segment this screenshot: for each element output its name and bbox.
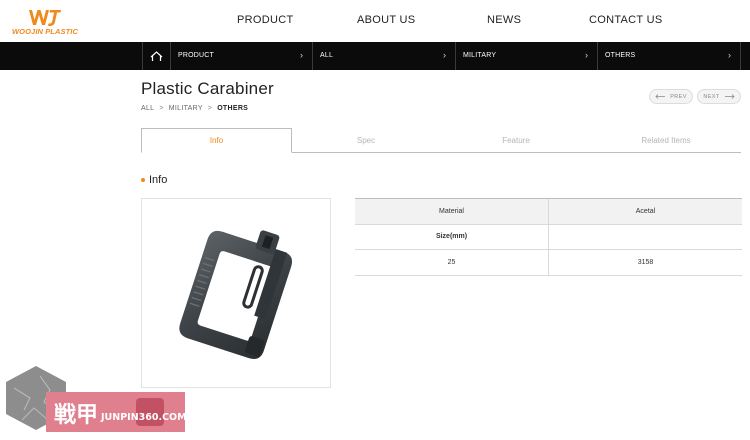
category-bar: PRODUCT › ALL › MILITARY › OTHERS › [0,42,750,70]
watermark: 戦甲 JUNPIN360.COM [0,362,190,440]
bullet-dot-icon [141,178,145,182]
table-row: 25 3158 [355,249,742,276]
category-label: PRODUCT [178,52,215,59]
info-heading-text: Info [149,174,168,186]
breadcrumb-separator: > [207,105,213,112]
tab-info[interactable]: Info [141,128,292,153]
table-cell: Size(mm) [355,223,549,250]
nav-about-us[interactable]: ABOUT US [357,14,415,26]
breadcrumb-current: OTHERS [217,105,249,112]
watermark-graphic: 戦甲 JUNPIN360.COM [6,366,187,432]
watermark-url: JUNPIN360.COM [100,412,187,423]
category-label: OTHERS [605,52,636,59]
category-military[interactable]: MILITARY › [456,42,598,70]
info-heading: Info [141,174,167,186]
nav-contact-us[interactable]: CONTACT US [589,14,663,26]
next-label: NEXT [703,93,720,100]
nav-product[interactable]: PRODUCT [237,14,294,26]
category-product[interactable]: PRODUCT › [171,42,313,70]
carabiner-image [179,230,293,360]
breadcrumb-separator: > [159,105,164,112]
table-cell: 25 [355,249,549,276]
product-image [141,198,331,388]
top-nav: PRODUCT ABOUT US NEWS CONTACT US [0,14,750,28]
spec-table: Material Acetal Size(mm) 25 3158 [355,198,742,276]
prev-label: PREV [670,93,687,100]
chevron-right-icon: › [443,50,446,60]
category-home-button[interactable] [142,42,171,70]
table-cell: 3158 [548,249,742,276]
next-button[interactable]: NEXT [697,89,741,104]
chevron-right-icon: › [585,50,588,60]
site-header: WOOJIN PLASTIC PRODUCT ABOUT US NEWS CON… [0,0,750,42]
table-cell: Acetal [548,198,742,225]
tab-spec[interactable]: Spec [291,128,441,153]
home-icon [150,50,163,61]
prev-button[interactable]: PREV [649,89,693,104]
chevron-right-icon: › [728,50,731,60]
table-row: Material Acetal [355,198,742,225]
nav-news[interactable]: NEWS [487,14,521,26]
breadcrumb-military[interactable]: MILITARY [169,105,203,112]
table-row: Size(mm) [355,223,742,250]
page-title: Plastic Carabiner [141,79,274,98]
tab-feature[interactable]: Feature [441,128,591,153]
product-tabs: Info Spec Feature Related Items [141,128,741,153]
category-all[interactable]: ALL › [313,42,456,70]
category-label: MILITARY [463,52,497,59]
category-label: ALL [320,52,334,59]
table-cell [548,223,742,250]
watermark-glyph: 戦甲 [54,403,98,428]
breadcrumb: ALL > MILITARY > OTHERS [141,105,248,112]
breadcrumb-all[interactable]: ALL [141,105,154,112]
tab-related-items[interactable]: Related Items [591,128,741,153]
chevron-right-icon: › [300,50,303,60]
arrow-right-icon [724,94,735,99]
table-cell: Material [355,198,549,225]
brand-name: WOOJIN PLASTIC [12,27,78,36]
arrow-left-icon [655,94,666,99]
category-others[interactable]: OTHERS › [598,42,741,70]
